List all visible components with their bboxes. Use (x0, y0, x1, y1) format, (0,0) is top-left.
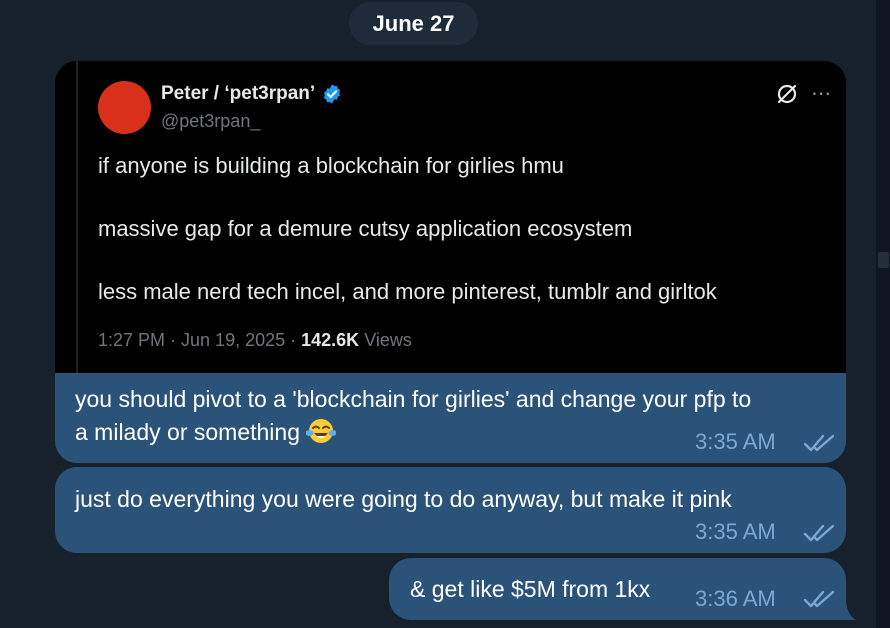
avatar[interactable] (98, 81, 151, 134)
read-double-check-icon (803, 524, 835, 542)
face-with-tears-of-joy-icon (306, 419, 337, 443)
grok-icon[interactable] (775, 82, 799, 106)
tweet-author[interactable]: Peter / ‘pet3rpan’ (161, 83, 343, 105)
read-double-check-icon (803, 434, 835, 452)
message-line-text: a milady or something (75, 419, 300, 445)
date-separator: June 27 (349, 2, 478, 45)
bubble-tail (840, 598, 856, 620)
message-bubble[interactable]: just do everything you were going to do … (55, 467, 846, 553)
message-time: 3:35 AM (695, 429, 776, 454)
tweet-meta: 1:27 PM · Jun 19, 2025 · 142.6K Views (98, 330, 412, 351)
message-line: you should pivot to a 'blockchain for gi… (75, 386, 752, 412)
views-label: Views (364, 330, 412, 350)
tweet-text-line: massive gap for a demure cutsy applicati… (98, 216, 633, 241)
tweet-timestamp[interactable]: 1:27 PM · Jun 19, 2025 · (98, 330, 301, 350)
message-bubble[interactable]: you should pivot to a 'blockchain for gi… (55, 373, 846, 463)
read-double-check-icon (803, 590, 835, 608)
tweet-rail (76, 61, 78, 374)
scroll-thumb[interactable] (878, 252, 889, 268)
message-text: & get like $5M from 1kx (410, 576, 651, 602)
message-bubble[interactable]: & get like $5M from 1kx 3:36 AM (389, 558, 846, 620)
verified-badge-icon (324, 84, 341, 104)
message-text: just do everything you were going to do … (75, 486, 732, 512)
message-time: 3:36 AM (695, 586, 776, 611)
tweet-text-line: if anyone is building a blockchain for g… (98, 153, 564, 178)
more-options-icon[interactable]: ⋯ (811, 81, 832, 106)
chat-scroll-track[interactable] (876, 0, 890, 628)
tweet-handle[interactable]: @pet3rpan_ (161, 111, 260, 132)
message-time: 3:35 AM (695, 519, 776, 544)
views-count: 142.6K (301, 330, 360, 350)
author-name: Peter / ‘pet3rpan’ (161, 83, 316, 104)
tweet-text-line: less male nerd tech incel, and more pint… (98, 279, 717, 304)
tweet-embed[interactable]: Peter / ‘pet3rpan’ @pet3rpan_ ⋯ if anyon… (55, 61, 846, 374)
